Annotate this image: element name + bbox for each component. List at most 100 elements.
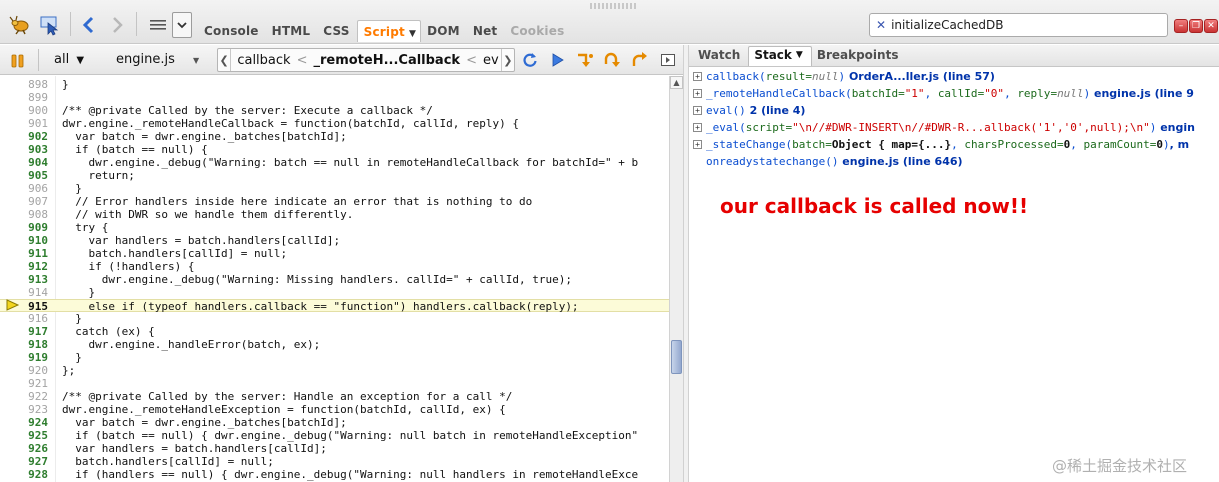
tab-html[interactable]: HTML [266,20,318,42]
code-line[interactable]: 908 // with DWR so we handle them differ… [0,208,669,221]
source-location-link[interactable]: engine.js (line 646) [838,155,962,168]
breadcrumb-item[interactable]: _remoteH...Callback [307,53,466,68]
detach-icon[interactable]: ❐ [1189,19,1203,33]
continue-icon[interactable] [550,52,566,72]
step-over-icon[interactable] [603,52,621,72]
line-number[interactable]: 908 [0,208,48,221]
code-line[interactable]: 917 catch (ex) { [0,325,669,338]
code-line[interactable]: 903 if (batch == null) { [0,143,669,156]
line-number[interactable]: 913 [0,273,48,286]
script-file-select[interactable]: engine.js ▼ [116,52,199,67]
function-name[interactable]: onreadystatechange [706,155,825,168]
forward-arrow-icon[interactable] [106,14,128,36]
step-into-icon[interactable] [576,52,594,72]
clear-search-icon[interactable]: ✕ [876,18,886,32]
code-line[interactable]: 921 [0,377,669,390]
code-line[interactable]: 909 try { [0,221,669,234]
line-number[interactable]: 921 [0,377,48,390]
step-out-icon[interactable] [631,52,649,72]
argument-value[interactable]: "1" [905,87,925,100]
argument-value[interactable]: null [1057,87,1084,100]
stack-frame[interactable]: onreadystatechange() engine.js (line 646… [689,153,1219,170]
function-name[interactable]: callback [706,70,759,83]
line-number[interactable]: 909 [0,221,48,234]
function-name[interactable]: eval [706,104,733,117]
line-number[interactable]: 924 [0,416,48,429]
code-line[interactable]: 916 } [0,312,669,325]
tab-console[interactable]: Console [198,20,266,42]
script-filter-select[interactable]: all ▼ [54,52,84,67]
chevron-down-icon[interactable] [172,12,192,38]
search-box[interactable]: ✕ initializeCachedDB [869,13,1168,37]
line-number[interactable]: 902 [0,130,48,143]
code-line[interactable]: 912 if (!handlers) { [0,260,669,273]
tab-breakpoints[interactable]: Breakpoints [812,46,907,66]
line-number[interactable]: 917 [0,325,48,338]
code-line[interactable]: 918 dwr.engine._handleError(batch, ex); [0,338,669,351]
tab-css[interactable]: CSS [317,20,356,42]
stack-frame[interactable]: + eval() 2 (line 4) [689,102,1219,119]
scroll-up-icon[interactable]: ▲ [670,76,683,89]
code-line[interactable]: 913 dwr.engine._debug("Warning: Missing … [0,273,669,286]
source-location-link[interactable]: engine.js (line 9 [1090,87,1194,100]
expand-icon[interactable]: + [693,72,702,81]
source-location-link[interactable]: , m [1170,138,1189,151]
panel-menu-button[interactable] [144,12,196,38]
code-scrollbar[interactable]: ▲ [669,76,683,482]
code-line[interactable]: 907 // Error handlers inside here indica… [0,195,669,208]
stack-frame[interactable]: + _eval(script="\n//#DWR-INSERT\n//#DWR-R… [689,119,1219,136]
toggle-panel-icon[interactable] [660,52,676,72]
code-line[interactable]: 904 dwr.engine._debug("Warning: batch ==… [0,156,669,169]
code-line[interactable]: 902 var batch = dwr.engine._batches[batc… [0,130,669,143]
code-line[interactable]: 922 /** @private Called by the server: Ha… [0,390,669,403]
inspect-icon[interactable] [38,13,62,37]
function-name[interactable]: _remoteHandleCallback [706,87,845,100]
line-number[interactable]: 905 [0,169,48,182]
code-line-current[interactable]: 915 else if (typeof handlers.callback ==… [0,299,669,313]
argument-value[interactable]: "\n//#DWR-INSERT\n//#DWR-R...allback('1'… [792,121,1150,134]
code-line[interactable]: 900 /** @private Called by the server: Ex… [0,104,669,117]
line-number[interactable]: 927 [0,455,48,468]
code-line[interactable]: 911 batch.handlers[callId] = null; [0,247,669,260]
expand-icon[interactable]: + [693,140,702,149]
minimize-icon[interactable]: – [1174,19,1188,33]
code-line[interactable]: 901 dwr.engine._remoteHandleCallback = fu… [0,117,669,130]
line-number[interactable]: 923 [0,403,48,416]
tab-net[interactable]: Net [467,20,505,42]
code-line[interactable]: 920}; [0,364,669,377]
line-number[interactable]: 901 [0,117,48,130]
chevron-right-icon[interactable]: ❯ [500,49,514,71]
line-number[interactable]: 906 [0,182,48,195]
pause-icon[interactable] [10,53,26,73]
stack-frame[interactable]: + _remoteHandleCallback(batchId="1", call… [689,85,1219,102]
stack-frame[interactable]: + callback(result=null) OrderA...ller.js … [689,68,1219,85]
chevron-left-icon[interactable]: ❮ [218,49,232,71]
line-number[interactable]: 899 [0,91,48,104]
code-line[interactable]: 899 [0,91,669,104]
tab-watch[interactable]: Watch [693,46,748,66]
function-name[interactable]: _stateChange [706,138,785,151]
tab-stack[interactable]: Stack ▼ [748,46,812,66]
argument-value[interactable]: Object { map={...} [832,138,951,151]
stack-frame[interactable]: + _stateChange(batch=Object { map={...}, … [689,136,1219,153]
source-location-link[interactable]: 2 (line 4) [746,104,806,117]
line-number[interactable]: 904 [0,156,48,169]
source-code-view[interactable]: 898} 899 900/** @private Called by the ser… [0,76,669,482]
expand-icon[interactable]: + [693,89,702,98]
code-line[interactable]: 910 var handlers = batch.handlers[callId… [0,234,669,247]
source-location-link[interactable]: OrderA...ller.js (line 57) [845,70,995,83]
code-line[interactable]: 927 batch.handlers[callId] = null; [0,455,669,468]
rerun-icon[interactable] [522,52,538,72]
code-line[interactable]: 923 dwr.engine._remoteHandleException = f… [0,403,669,416]
code-line[interactable]: 906 } [0,182,669,195]
argument-value[interactable]: "0" [984,87,1004,100]
code-line[interactable]: 914 } [0,286,669,299]
line-number[interactable]: 928 [0,468,48,481]
code-line[interactable]: 925 if (batch == null) { dwr.engine._deb… [0,429,669,442]
expand-icon[interactable]: + [693,106,702,115]
search-input-value[interactable]: initializeCachedDB [891,18,1003,32]
breadcrumb-item[interactable]: ev [477,53,501,68]
line-number[interactable]: 918 [0,338,48,351]
code-line[interactable]: 926 var handlers = batch.handlers[callId… [0,442,669,455]
code-line[interactable]: 919 } [0,351,669,364]
